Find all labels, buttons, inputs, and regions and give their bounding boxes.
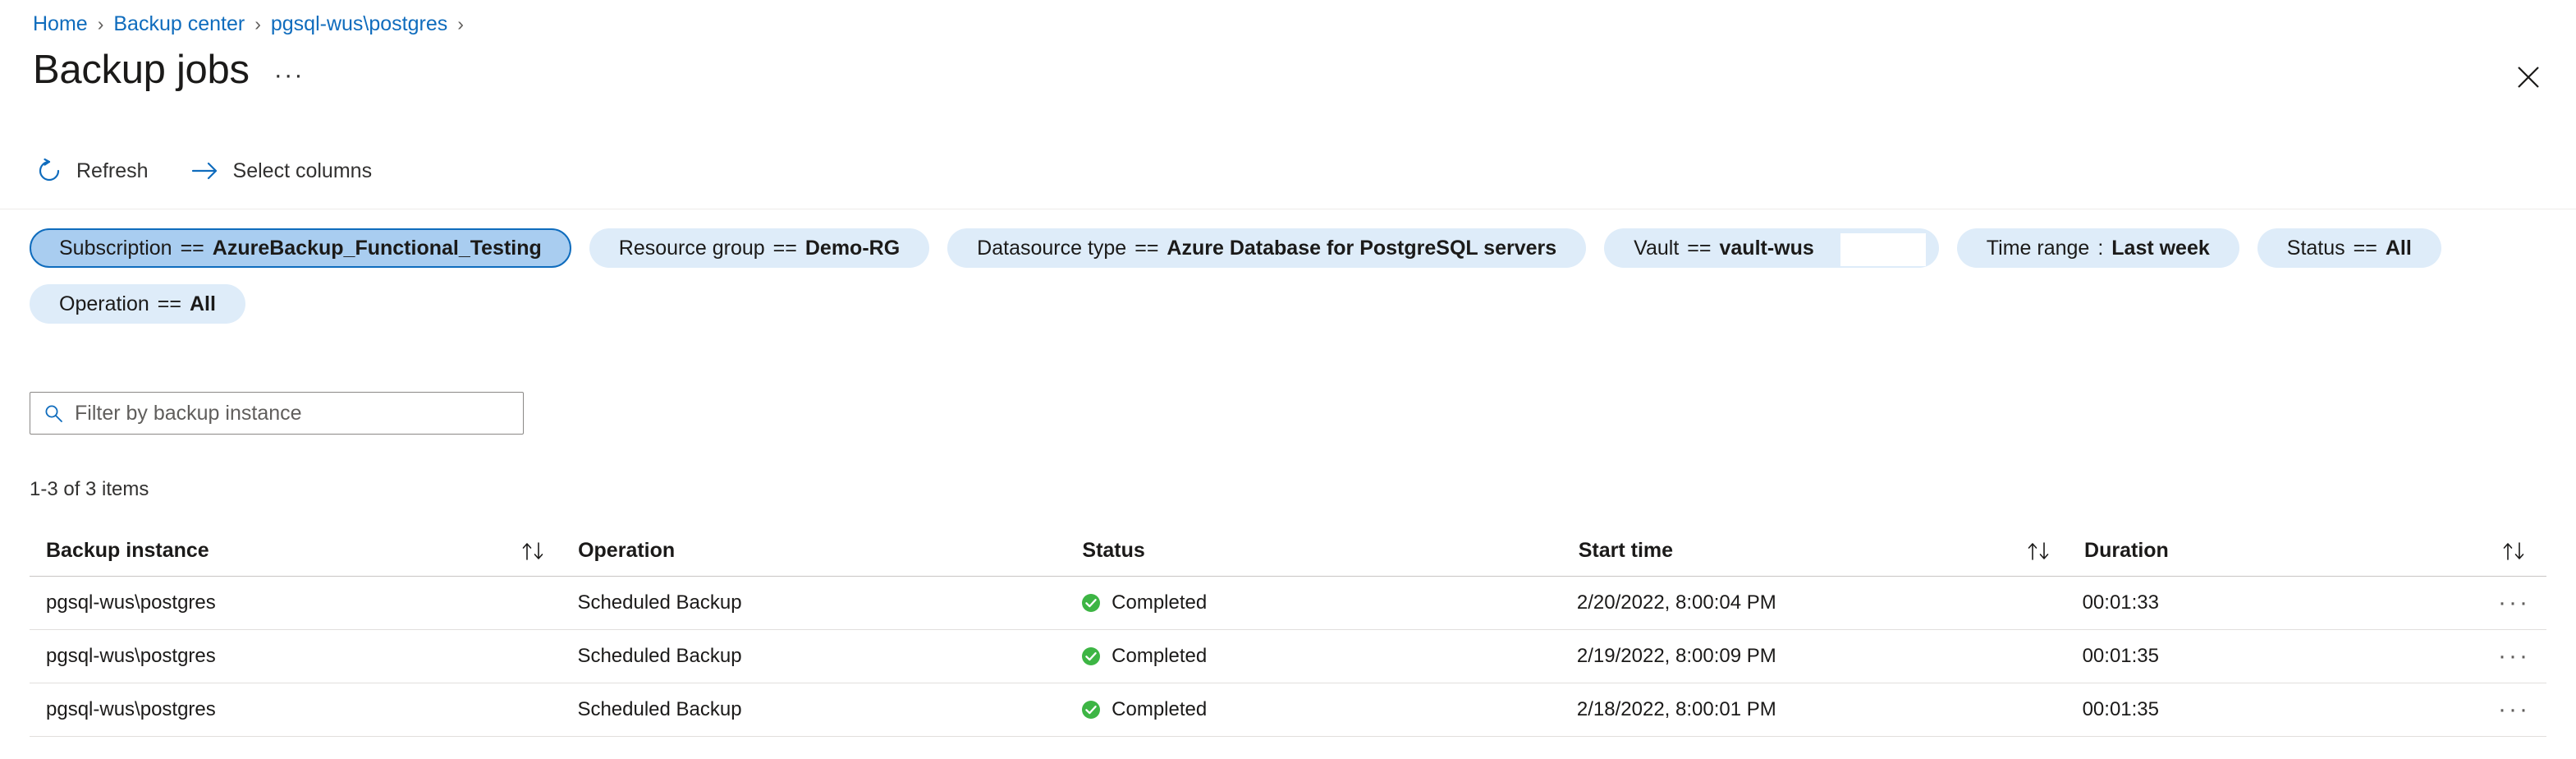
cell-duration: 00:01:33 <box>2082 591 2159 614</box>
cell-start-time: 2/20/2022, 8:00:04 PM <box>1576 591 1776 614</box>
success-check-circle-icon <box>1082 647 1101 665</box>
row-actions[interactable]: ··· <box>2498 644 2546 669</box>
cell-status: Completed <box>1081 698 1577 721</box>
filter-operator: == <box>1687 236 1712 260</box>
more-actions-icon[interactable]: ··· <box>2498 644 2530 669</box>
filter-key: Vault <box>1634 236 1680 260</box>
filter-value: Last week <box>2111 236 2210 260</box>
sort-ascending-descending-icon <box>2025 540 2055 562</box>
filter-key: Datasource type <box>977 236 1127 260</box>
filter-pill-operation[interactable]: Operation == All <box>30 284 245 324</box>
table-row[interactable]: pgsql-wus\postgres Scheduled Backup Comp… <box>30 630 2546 683</box>
cell-status: Completed <box>1081 645 1577 668</box>
breadcrumb-item-home[interactable]: Home <box>33 12 88 36</box>
backup-jobs-table: Backup instance Operation Status Start t… <box>30 526 2546 737</box>
breadcrumb-item-pgsql-wus-postgres[interactable]: pgsql-wus\postgres <box>271 12 447 36</box>
filter-operator: == <box>2353 236 2377 260</box>
filter-operator: : <box>2097 236 2104 260</box>
filter-value: vault-wus <box>1719 236 1814 260</box>
filter-operator: == <box>157 292 181 315</box>
filter-operator: == <box>772 236 797 260</box>
filter-pill-vault[interactable]: Vault == vault-wus <box>1604 228 1939 268</box>
table-header-row: Backup instance Operation Status Start t… <box>30 526 2546 577</box>
cell-duration: 00:01:35 <box>2082 698 2159 720</box>
cell-duration: 00:01:35 <box>2082 645 2159 667</box>
status-label: Completed <box>1112 645 1208 667</box>
filter-value: AzureBackup_Functional_Testing <box>212 236 542 260</box>
filter-pill-resource-group[interactable]: Resource group == Demo-RG <box>589 228 930 268</box>
sort-button-duration[interactable] <box>2500 540 2546 562</box>
breadcrumb-separator: › <box>254 13 261 34</box>
filter-pill-subscription[interactable]: Subscription == AzureBackup_Functional_T… <box>30 228 571 268</box>
table-row[interactable]: pgsql-wus\postgres Scheduled Backup Comp… <box>30 683 2546 737</box>
breadcrumb: Home › Backup center › pgsql-wus\postgre… <box>33 12 474 36</box>
success-check-circle-icon <box>1082 701 1101 719</box>
column-header-operation[interactable]: Operation <box>578 539 1082 563</box>
sort-ascending-descending-icon <box>2500 540 2530 562</box>
filter-key: Subscription <box>59 236 172 260</box>
row-actions[interactable]: ··· <box>2498 591 2546 615</box>
close-button[interactable] <box>2499 51 2558 104</box>
row-actions[interactable]: ··· <box>2498 697 2546 722</box>
command-bar: Refresh Select columns <box>33 152 375 190</box>
filter-key: Status <box>2286 236 2345 260</box>
breadcrumb-item-backup-center[interactable]: Backup center <box>113 12 245 36</box>
breadcrumb-separator: › <box>97 13 104 34</box>
search-input[interactable] <box>75 401 510 426</box>
cell-backup-instance: pgsql-wus\postgres <box>46 645 216 667</box>
filter-pill-time-range[interactable]: Time range : Last week <box>1956 228 2239 268</box>
cell-operation: Scheduled Backup <box>577 698 742 720</box>
close-icon <box>2518 67 2539 88</box>
filter-pills: Subscription == AzureBackup_Functional_T… <box>30 228 2550 324</box>
filter-key: Resource group <box>618 236 765 260</box>
filter-value: All <box>190 292 216 315</box>
column-header-backup-instance[interactable]: Backup instance <box>30 539 520 563</box>
sort-button-start-time[interactable] <box>2025 540 2084 562</box>
refresh-button[interactable]: Refresh <box>33 152 152 190</box>
arrow-right-icon <box>191 162 217 180</box>
filter-operator: == <box>1134 236 1159 260</box>
cell-operation: Scheduled Backup <box>577 591 742 614</box>
cell-operation: Scheduled Backup <box>577 645 742 667</box>
vault-filter-overlay <box>1840 233 1926 266</box>
filter-operator: == <box>180 236 204 260</box>
column-header-duration[interactable]: Duration <box>2084 539 2500 563</box>
filter-value: Demo-RG <box>804 236 901 260</box>
select-columns-label: Select columns <box>232 159 373 182</box>
status-label: Completed <box>1112 698 1208 720</box>
search-icon <box>45 405 62 422</box>
filter-key: Operation <box>59 292 149 315</box>
filter-pill-status[interactable]: Status == All <box>2257 228 2441 268</box>
results-count: 1-3 of 3 items <box>30 478 149 500</box>
more-actions-icon[interactable]: ··· <box>2498 591 2530 615</box>
column-header-status[interactable]: Status <box>1082 539 1578 563</box>
backup-jobs-page: Home › Backup center › pgsql-wus\postgre… <box>0 0 2576 759</box>
page-title-row: Backup jobs ··· <box>33 45 305 94</box>
filter-value: Azure Database for PostgreSQL servers <box>1167 236 1557 260</box>
cell-start-time: 2/19/2022, 8:00:09 PM <box>1576 645 1776 667</box>
page-more-actions-button[interactable]: ··· <box>274 62 305 87</box>
breadcrumb-separator: › <box>457 13 464 34</box>
more-actions-icon[interactable]: ··· <box>2498 697 2530 722</box>
refresh-label: Refresh <box>76 159 149 182</box>
table-row[interactable]: pgsql-wus\postgres Scheduled Backup Comp… <box>30 577 2546 630</box>
sort-button-backup-instance[interactable] <box>520 540 579 562</box>
filter-value: All <box>2385 236 2412 260</box>
cell-backup-instance: pgsql-wus\postgres <box>46 591 216 614</box>
select-columns-button[interactable]: Select columns <box>188 152 376 190</box>
cell-start-time: 2/18/2022, 8:00:01 PM <box>1576 698 1776 720</box>
filter-pill-datasource-type[interactable]: Datasource type == Azure Database for Po… <box>947 228 1587 268</box>
refresh-icon <box>39 158 60 182</box>
success-check-circle-icon <box>1082 594 1101 612</box>
search-box[interactable] <box>30 392 524 435</box>
page-title: Backup jobs <box>33 48 250 92</box>
status-label: Completed <box>1112 591 1208 614</box>
cell-status: Completed <box>1081 591 1577 614</box>
column-header-start-time[interactable]: Start time <box>1579 539 2026 563</box>
sort-ascending-descending-icon <box>520 540 549 562</box>
filter-key: Time range <box>1986 236 2090 260</box>
cell-backup-instance: pgsql-wus\postgres <box>46 698 216 720</box>
